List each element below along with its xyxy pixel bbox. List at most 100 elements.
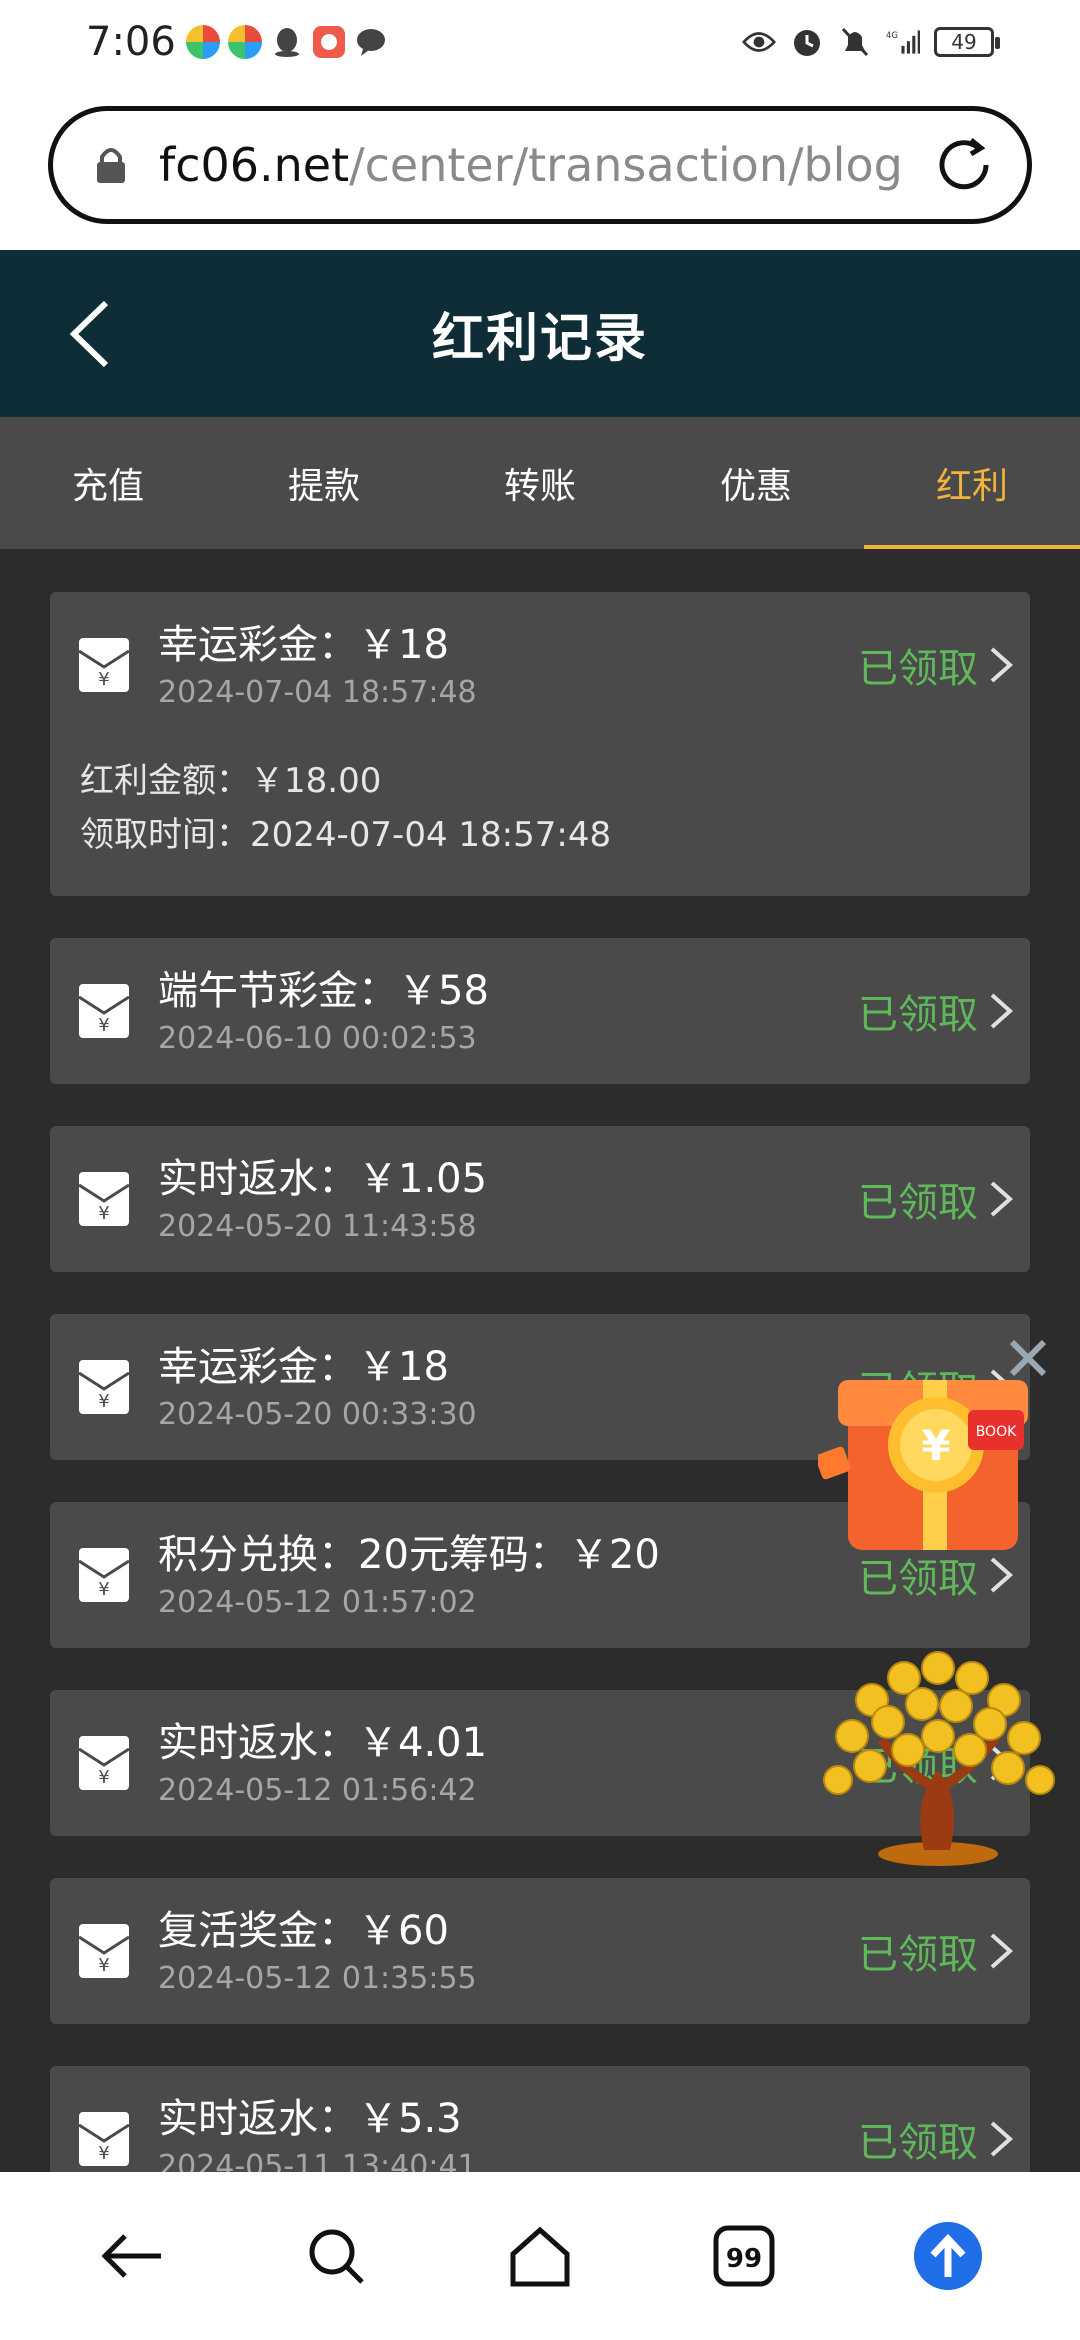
tabs-nav-button[interactable]: 99 [694,2206,794,2306]
record-status[interactable]: 已领取 [858,2110,1014,2168]
record-detail: 红利金额：￥18.00 领取时间：2024-07-04 18:57:48 [50,738,1030,896]
app-badge-icon [312,25,346,59]
svg-text:¥: ¥ [98,1391,109,1412]
page-header: 红利记录 [0,250,1080,417]
svg-text:¥: ¥ [98,1767,109,1788]
status-text: 已领取 [858,1932,978,1978]
red-envelope-icon: ¥ [78,1923,130,1979]
record-card[interactable]: ¥ 复活奖金：￥60 2024-05-12 01:35:55 已领取 [50,1878,1030,2024]
svg-text:¥: ¥ [98,669,109,690]
record-card[interactable]: ¥ 幸运彩金：￥18 2024-07-04 18:57:48 已领取 红利金额：… [50,592,1030,896]
lock-icon [93,145,129,185]
red-envelope-icon: ¥ [78,983,130,1039]
mute-bell-icon [838,25,872,59]
back-button[interactable] [50,292,130,376]
record-title: 实时返水：￥4.01 [158,1720,488,1766]
battery-indicator: 49 [934,27,1000,57]
scroll-top-button[interactable] [898,2206,998,2306]
record-text: 幸运彩金：￥18 2024-05-20 00:33:30 [158,1339,477,1435]
record-status[interactable]: 已领取 [858,636,1014,694]
record-title: 实时返水：￥1.05 [158,1156,488,1202]
qq-icon [270,25,304,59]
red-envelope-icon: ¥ [78,1359,130,1415]
red-envelope-icon: ¥ [78,637,130,693]
status-bar: 7:06 4G 49 [0,0,1080,84]
record-card[interactable]: ¥ 端午节彩金：￥58 2024-06-10 00:02:53 已领取 [50,938,1030,1084]
red-envelope-icon: ¥ [78,2111,130,2167]
money-tree-icon[interactable] [812,1640,1064,1870]
chevron-right-icon [990,2121,1014,2157]
browser-toolbar: fc06.net/center/transaction/blog.l [0,84,1080,250]
record-date: 2024-07-04 18:57:48 [158,675,477,710]
chevron-right-icon [990,1933,1014,1969]
record-date: 2024-05-12 01:35:55 [158,1961,477,1996]
record-title: 端午节彩金：￥58 [158,968,489,1014]
network-label: 4G [886,31,898,41]
tab-promotion[interactable]: 优惠 [648,417,864,549]
arrow-left-icon [101,2234,161,2278]
alarm-icon [790,25,824,59]
back-nav-button[interactable] [82,2206,182,2306]
chevron-right-icon [990,993,1014,1029]
tab-deposit[interactable]: 充值 [0,417,216,549]
search-nav-button[interactable] [286,2206,386,2306]
eye-icon [742,25,776,59]
record-card[interactable]: ¥ 实时返水：￥1.05 2024-05-20 11:43:58 已领取 [50,1126,1030,1272]
record-date: 2024-05-12 01:56:42 [158,1773,477,1808]
page-title: 红利记录 [431,309,648,369]
record-header[interactable]: ¥ 幸运彩金：￥18 2024-07-04 18:57:48 已领取 [50,592,1030,738]
signal-icon: 4G [886,25,920,59]
svg-text:¥: ¥ [98,1579,109,1600]
record-header[interactable]: ¥ 端午节彩金：￥58 2024-06-10 00:02:53 已领取 [50,938,1030,1084]
url-path: /center/transaction/blog.l [349,138,899,192]
svg-text:¥: ¥ [98,1015,109,1036]
record-date: 2024-05-20 00:33:30 [158,1397,477,1432]
bonus-amount: 红利金额：￥18.00 [80,761,382,801]
svg-text:¥: ¥ [98,1955,109,1976]
home-nav-button[interactable] [490,2206,590,2306]
close-icon[interactable] [1000,1330,1056,1386]
record-status[interactable]: 已领取 [858,982,1014,1040]
svg-text:¥: ¥ [921,1421,950,1470]
status-text: 已领取 [858,1180,978,1226]
record-header[interactable]: ¥ 实时返水：￥1.05 2024-05-20 11:43:58 已领取 [50,1126,1030,1272]
tab-transfer[interactable]: 转账 [432,417,648,549]
record-text: 幸运彩金：￥18 2024-07-04 18:57:48 [158,617,477,713]
record-header[interactable]: ¥ 复活奖金：￥60 2024-05-12 01:35:55 已领取 [50,1878,1030,2024]
record-title: 复活奖金：￥60 [158,1908,449,1954]
record-text: 实时返水：￥4.01 2024-05-12 01:56:42 [158,1715,487,1811]
gift-label: BOOK [976,1424,1017,1440]
record-date: 2024-06-10 00:02:53 [158,1021,477,1056]
message-icon [354,25,388,59]
tabs-count: 99 [726,2244,762,2274]
notification-icons [185,25,388,59]
record-text: 复活奖金：￥60 2024-05-12 01:35:55 [158,1903,477,1999]
tab-withdraw[interactable]: 提款 [216,417,432,549]
chevron-right-icon [990,647,1014,683]
url-text[interactable]: fc06.net/center/transaction/blog.l [159,138,899,192]
status-text: 已领取 [858,646,978,692]
record-status[interactable]: 已领取 [858,1170,1014,1228]
record-title: 幸运彩金：￥18 [158,622,449,668]
system-status-icons: 4G 49 [742,25,1000,59]
record-date: 2024-05-12 01:57:02 [158,1585,477,1620]
record-text: 端午节彩金：￥58 2024-06-10 00:02:53 [158,963,489,1059]
record-text: 积分兑换：20元筹码：￥20 2024-05-12 01:57:02 [158,1527,660,1623]
red-envelope-icon: ¥ [78,1547,130,1603]
record-status[interactable]: 已领取 [858,1922,1014,1980]
search-icon [309,2229,364,2284]
red-envelope-icon: ¥ [78,1171,130,1227]
home-icon [510,2226,570,2287]
record-text: 实时返水：￥1.05 2024-05-20 11:43:58 [158,1151,487,1247]
app-notification-icon [227,25,262,59]
reload-icon[interactable] [931,132,997,198]
svg-text:¥: ¥ [98,2143,109,2164]
status-text: 已领取 [858,992,978,1038]
arrow-up-icon [914,2222,982,2290]
address-bar[interactable]: fc06.net/center/transaction/blog.l [48,106,1032,224]
url-domain: fc06.net [159,138,350,192]
red-envelope-icon: ¥ [78,1735,130,1791]
record-title: 实时返水：￥5.3 [158,2096,462,2142]
tab-bonus[interactable]: 红利 [864,417,1080,549]
tabs-icon: 99 [713,2225,775,2287]
